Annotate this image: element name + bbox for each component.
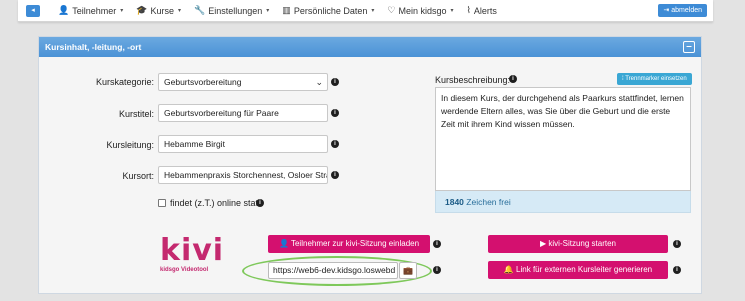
invite-info-icon[interactable]: i: [433, 240, 441, 248]
caret-down-icon: ▾: [178, 8, 182, 14]
titel-info-icon[interactable]: i: [331, 109, 339, 117]
wrench-icon: 🔧: [194, 5, 206, 15]
kategorie-label: Kurskategorie:: [95, 77, 154, 87]
trennmarker-button[interactable]: ⁞ Trennmarker einsetzen: [617, 73, 692, 85]
titel-input[interactable]: Geburtsvorbereitung für Paare: [158, 104, 328, 122]
nav-item-label: Mein kidsgo: [398, 5, 447, 16]
course-content-panel: Kursinhalt, -leitung, -ort – Kurskategor…: [38, 36, 702, 294]
collapse-button[interactable]: –: [683, 41, 695, 53]
ort-label: Kursort:: [122, 171, 154, 181]
online-info-icon[interactable]: i: [256, 199, 264, 207]
nav-item-label: Einstellungen: [208, 5, 263, 16]
caret-down-icon: ▾: [371, 8, 375, 14]
chevron-down-icon: ⌄: [315, 77, 323, 87]
online-checkbox[interactable]: [158, 199, 166, 207]
briefcase-icon: 💼: [403, 266, 413, 275]
description-label: Kursbeschreibung:: [435, 75, 511, 85]
session-url-input[interactable]: https://web6-dev.kidsgo.loswebd: [268, 262, 398, 279]
nav-item-label: Kurse: [150, 5, 174, 16]
nav-item-label: Teilnehmer: [72, 5, 117, 16]
heart-icon: ♡: [387, 5, 396, 15]
external-info-icon[interactable]: i: [673, 266, 681, 274]
leitung-label: Kursleitung:: [106, 140, 154, 150]
nav-item-1[interactable]: 🎓 Kurse ▾: [136, 5, 181, 16]
counter-suffix: Zeichen frei: [466, 197, 511, 207]
nav-item-2[interactable]: 🔧 Einstellungen ▾: [194, 5, 269, 16]
menu-toggle-icon[interactable]: ◂: [26, 4, 40, 17]
user-icon: 👤: [278, 239, 291, 248]
nav-item-0[interactable]: 👤 Teilnehmer ▾: [58, 5, 123, 16]
kategorie-info-icon[interactable]: i: [331, 78, 339, 86]
graduation-icon: 🎓: [136, 5, 148, 15]
nav-item-4[interactable]: ♡ Mein kidsgo ▾: [387, 5, 453, 16]
kivi-logo-text: kivi: [160, 233, 225, 268]
copy-link-button[interactable]: 💼: [399, 262, 417, 279]
character-counter: 1840 Zeichen frei: [435, 191, 691, 213]
nav-item-3[interactable]: ▥ Persönliche Daten ▾: [282, 5, 374, 16]
caret-down-icon: ▾: [120, 8, 124, 14]
ort-input[interactable]: Hebammenpraxis Storchennest, Osloer Stra: [158, 166, 328, 184]
description-info-icon[interactable]: i: [509, 75, 517, 83]
leitung-input[interactable]: Hebamme Birgit: [158, 135, 328, 153]
counter-value: 1840: [445, 197, 464, 207]
caret-down-icon: ▾: [266, 8, 270, 14]
id-card-icon: ▥: [282, 5, 291, 15]
nav-item-5[interactable]: ⌇ Alerts: [467, 5, 497, 16]
kivi-logo: kivi kidsgo Videotool: [160, 236, 230, 282]
titel-label: Kurstitel:: [118, 109, 154, 119]
logout-button[interactable]: ⇥ abmelden: [658, 4, 707, 17]
start-info-icon[interactable]: i: [673, 240, 681, 248]
top-navbar: ◂ 👤 Teilnehmer ▾ 🎓 Kurse ▾ 🔧 Einstellungen ▾ ▥ Per…: [18, 0, 713, 22]
ort-info-icon[interactable]: i: [331, 171, 339, 179]
kategorie-select[interactable]: Geburtsvorbereitung ⌄: [158, 73, 328, 91]
start-session-button[interactable]: ▶ kivi-Sitzung starten: [488, 235, 668, 253]
leitung-info-icon[interactable]: i: [331, 140, 339, 148]
external-leader-link-button[interactable]: 🔔 Link für externen Kursleiter generiere…: [488, 261, 668, 279]
panel-header: Kursinhalt, -leitung, -ort –: [39, 37, 701, 57]
rss-icon: ⌇: [466, 5, 471, 15]
user-icon: 👤: [58, 5, 70, 15]
online-label: findet (z.T.) online statt: [170, 198, 261, 208]
url-info-icon[interactable]: i: [433, 266, 441, 274]
caret-down-icon: ▾: [450, 8, 454, 14]
bell-icon: 🔔: [503, 265, 517, 274]
description-textarea[interactable]: In diesem Kurs, der durchgehend als Paar…: [435, 87, 691, 191]
invite-participants-button[interactable]: 👤 Teilnehmer zur kivi-Sitzung einladen: [268, 235, 430, 253]
nav-item-label: Persönliche Daten: [293, 5, 368, 16]
nav-item-label: Alerts: [473, 5, 497, 16]
panel-title: Kursinhalt, -leitung, -ort: [45, 42, 142, 52]
